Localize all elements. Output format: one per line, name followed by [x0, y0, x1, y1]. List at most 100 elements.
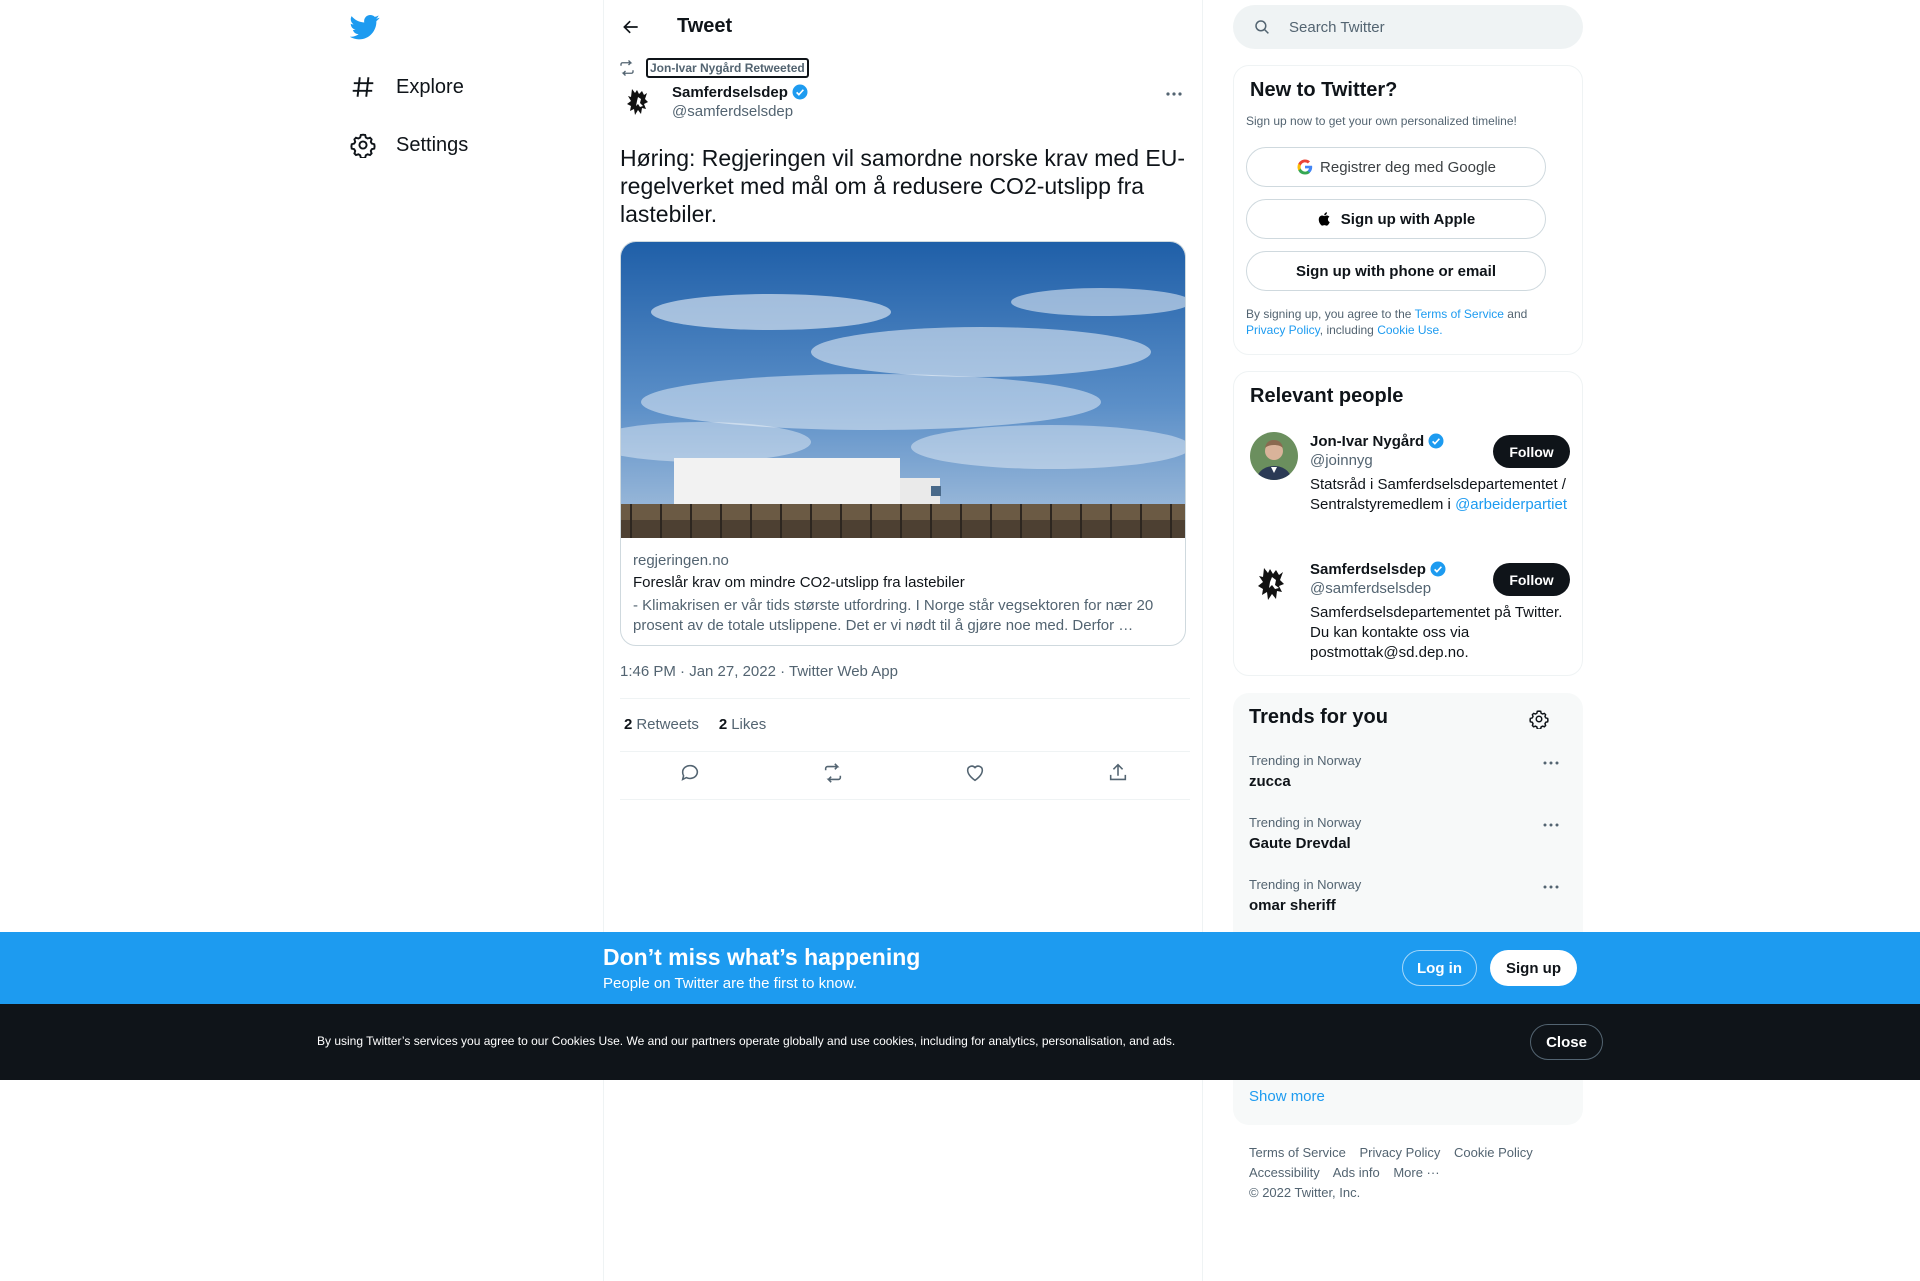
card-image — [621, 242, 1185, 538]
footer-more-link[interactable]: More ··· — [1393, 1165, 1439, 1180]
twitter-logo-icon[interactable] — [350, 12, 380, 42]
retweet-icon[interactable] — [822, 762, 846, 786]
search-input[interactable]: Search Twitter — [1289, 19, 1385, 36]
nav-settings-label: Settings — [396, 133, 469, 156]
more-options-icon[interactable] — [1541, 877, 1561, 897]
person-item[interactable]: Jon-Ivar Nygård @joinnyg Statsråd i Samf… — [1250, 432, 1570, 542]
trends-title: Trends for you — [1249, 706, 1388, 728]
avatar[interactable] — [620, 83, 660, 123]
search-icon — [1253, 18, 1271, 36]
terms-and: and — [1507, 307, 1528, 321]
signup-button[interactable]: Sign up — [1490, 950, 1577, 986]
tweet-header: Tweet — [604, 0, 1204, 53]
likes-stat[interactable]: 2 Likes — [719, 716, 766, 733]
cookie-text: By using Twitter’s services you agree to… — [317, 1034, 1176, 1048]
google-signup-button[interactable]: Registrer deg med Google — [1246, 147, 1546, 187]
person-item[interactable]: Samferdselsdep @samferdselsdep Samferdse… — [1250, 560, 1570, 670]
arrow-left-icon — [623, 20, 638, 34]
trend-item[interactable]: Trending in Norway omar sheriff — [1249, 877, 1569, 914]
follow-button[interactable]: Follow — [1493, 563, 1570, 596]
footer-links: Terms of Service Privacy Policy Cookie P… — [1249, 1143, 1569, 1203]
retweet-icon — [618, 59, 636, 77]
more-options-icon[interactable] — [1541, 815, 1561, 835]
login-prompt-bar: Don’t miss what’s happening People on Tw… — [0, 932, 1920, 1004]
hashtag-icon — [350, 74, 376, 100]
login-button[interactable]: Log in — [1402, 950, 1477, 986]
author-handle[interactable]: @samferdselsdep — [672, 103, 809, 120]
apple-signup-button[interactable]: Sign up with Apple — [1246, 199, 1546, 239]
card-title: Foreslår krav om mindre CO2-utslipp fra … — [633, 574, 965, 591]
login-prompt-title: Don’t miss what’s happening — [603, 944, 921, 970]
privacy-policy-link[interactable]: Privacy Policy — [1246, 323, 1320, 337]
tweet-timestamp[interactable]: 1:46 PM · Jan 27, 2022 · Twitter Web App — [620, 663, 898, 680]
card-body: regjeringen.no Foreslår krav om mindre C… — [621, 538, 1185, 645]
more-options-icon[interactable] — [1164, 84, 1184, 104]
avatar[interactable] — [1250, 432, 1298, 480]
gear-icon[interactable] — [1529, 709, 1549, 729]
avatar[interactable] — [1250, 560, 1298, 608]
tweet-actions — [620, 762, 1190, 786]
likes-label: Likes — [731, 716, 767, 733]
cookie-use-link[interactable]: Cookie Use. — [1377, 323, 1442, 337]
phone-email-signup-label: Sign up with phone or email — [1295, 262, 1496, 280]
close-button[interactable]: Close — [1530, 1024, 1603, 1060]
signup-title: New to Twitter? — [1250, 79, 1398, 101]
divider — [620, 799, 1190, 800]
main-column: Tweet Jon-Ivar Nygård Retweeted Samferds… — [603, 0, 1203, 1281]
gear-icon — [350, 132, 376, 158]
person-name[interactable]: Samferdselsdep — [1310, 561, 1426, 578]
more-options-icon[interactable] — [1541, 753, 1561, 773]
footer-privacy-link[interactable]: Privacy Policy — [1359, 1145, 1440, 1160]
verified-badge-icon — [1427, 432, 1445, 450]
person-name[interactable]: Jon-Ivar Nygård — [1310, 433, 1424, 450]
back-button[interactable] — [614, 10, 648, 44]
retweets-label: Retweets — [636, 716, 699, 733]
arbeiderpartiet-link[interactable]: @arbeiderpartiet — [1455, 496, 1567, 513]
trend-category: Trending in Norway — [1249, 815, 1362, 830]
trend-item[interactable]: Trending in Norway Gaute Drevdal — [1249, 815, 1569, 852]
phone-email-signup-button[interactable]: Sign up with phone or email — [1246, 251, 1546, 291]
nav-settings[interactable]: Settings — [350, 125, 468, 165]
google-signup-label: Registrer deg med Google — [1320, 158, 1496, 176]
cookie-banner: By using Twitter’s services you agree to… — [0, 1004, 1920, 1080]
card-description: - Klimakrisen er vår tids største utford… — [633, 597, 1154, 634]
terms-prefix: By signing up, you agree to the — [1246, 307, 1412, 321]
signup-panel: New to Twitter? Sign up now to get your … — [1233, 65, 1583, 355]
apple-signup-label: Sign up with Apple — [1340, 210, 1476, 228]
footer-cookie-link[interactable]: Cookie Policy — [1454, 1145, 1533, 1160]
relevant-people-title: Relevant people — [1250, 385, 1404, 407]
likes-count: 2 — [718, 716, 728, 733]
tweet-author[interactable]: Samferdselsdep @samferdselsdep — [620, 83, 809, 123]
footer-accessibility-link[interactable]: Accessibility — [1249, 1165, 1320, 1180]
person-bio: Statsråd i Samferdselsdepartementet / Se… — [1310, 475, 1570, 515]
follow-button[interactable]: Follow — [1493, 435, 1570, 468]
retweets-count: 2 — [624, 716, 633, 733]
divider — [620, 698, 1190, 699]
trend-category: Trending in Norway — [1249, 877, 1362, 892]
retweet-context: Jon-Ivar Nygård Retweeted — [618, 58, 809, 78]
person-bio: Samferdselsdepartementet på Twitter. Du … — [1310, 604, 1563, 661]
retweets-stat[interactable]: 2 Retweets — [624, 716, 699, 733]
trend-item[interactable]: Trending in Norway zucca — [1249, 753, 1569, 790]
reply-icon[interactable] — [679, 762, 703, 786]
signup-subtitle: Sign up now to get your own personalized… — [1246, 114, 1517, 128]
terms-of-service-link[interactable]: Terms of Service — [1415, 307, 1504, 321]
google-icon — [1296, 158, 1314, 176]
trend-category: Trending in Norway — [1249, 753, 1362, 768]
search-bar[interactable]: Search Twitter — [1233, 5, 1583, 49]
footer-ads-info-link[interactable]: Ads info — [1333, 1165, 1380, 1180]
verified-badge-icon — [791, 83, 809, 101]
footer-terms-link[interactable]: Terms of Service — [1249, 1145, 1346, 1160]
like-icon[interactable] — [964, 762, 988, 786]
nav-explore[interactable]: Explore — [350, 67, 464, 107]
retweeted-by-link[interactable]: Jon-Ivar Nygård Retweeted — [646, 58, 809, 78]
author-name[interactable]: Samferdselsdep — [672, 84, 788, 101]
login-prompt-subtitle: People on Twitter are the first to know. — [603, 975, 858, 992]
show-more-link[interactable]: Show more — [1249, 1088, 1325, 1105]
divider — [620, 751, 1190, 752]
trend-name: omar sheriff — [1249, 897, 1336, 914]
signup-terms: By signing up, you agree to the Terms of… — [1246, 306, 1566, 338]
relevant-people-panel: Relevant people Jon-Ivar Nygård @joinnyg… — [1233, 371, 1583, 676]
link-card[interactable]: regjeringen.no Foreslår krav om mindre C… — [620, 241, 1186, 646]
share-icon[interactable] — [1107, 762, 1131, 786]
